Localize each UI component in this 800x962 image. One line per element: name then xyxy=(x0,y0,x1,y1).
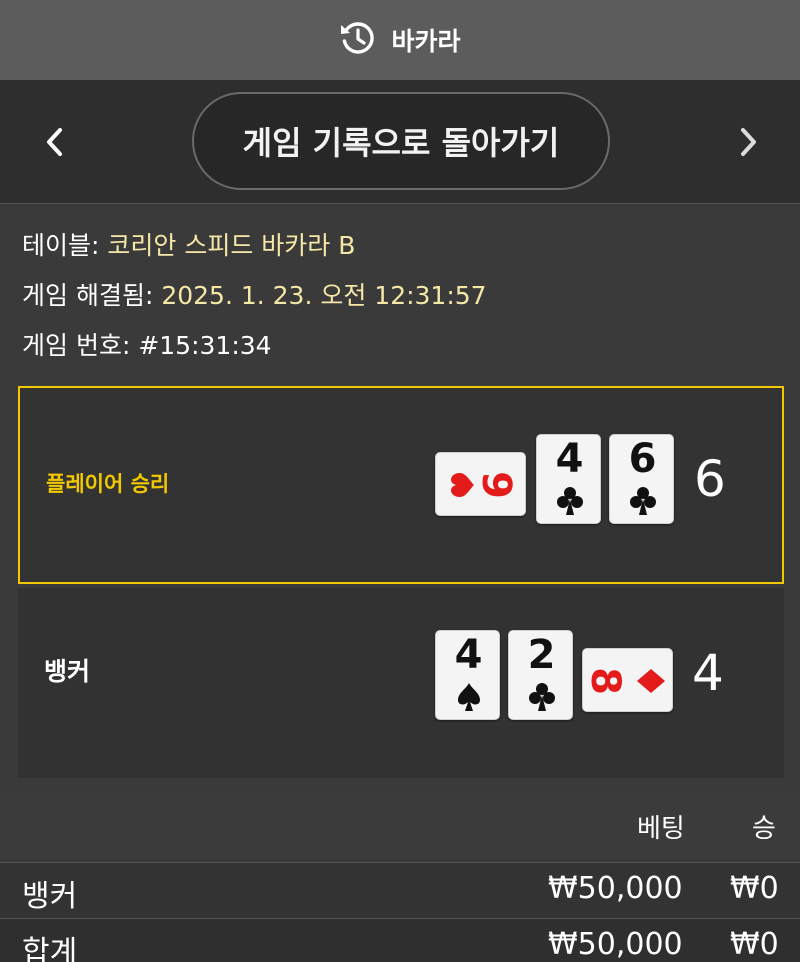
card-rank: 6 xyxy=(628,436,657,482)
previous-round-button[interactable] xyxy=(35,118,75,166)
bet-column-header: 베팅 xyxy=(637,814,685,844)
bet-total-row: 합계 ₩50,000 ₩0 xyxy=(0,918,800,962)
bet-amount: ₩50,000 xyxy=(548,871,683,906)
win-column-header: 승 xyxy=(752,814,776,844)
game-number-label: 게임 번호: xyxy=(22,331,131,360)
card-rank: 2 xyxy=(527,632,556,678)
total-name: 합계 xyxy=(22,935,78,962)
diamond-icon xyxy=(637,669,665,693)
total-win-amount: ₩0 xyxy=(730,927,779,962)
page-title: 바카라 xyxy=(391,27,461,56)
header-bar: 바카라 xyxy=(0,0,800,80)
card-rank: 4 xyxy=(454,632,483,678)
game-info: 테이블: 코리안 스피드 바카라 B 게임 해결됨: 2025. 1. 23. … xyxy=(22,226,782,376)
round-navigation: 게임 기록으로 돌아가기 xyxy=(0,80,800,204)
banker-score: 4 xyxy=(692,644,724,702)
banker-card-1: 4 xyxy=(435,630,500,720)
player-card-2: 4 xyxy=(536,434,601,524)
next-round-button[interactable] xyxy=(728,118,768,166)
chevron-left-icon xyxy=(47,128,62,156)
bet-name: 뱅커 xyxy=(22,879,78,914)
resolved-label: 게임 해결됨: xyxy=(22,281,154,310)
bet-summary-header: 베팅 승 xyxy=(0,790,800,858)
player-hand-panel: 플레이어 승리 9 4 6 6 xyxy=(18,386,784,584)
card-rank: 9 xyxy=(472,471,519,499)
banker-card-2: 2 xyxy=(508,630,573,720)
total-bet-amount: ₩50,000 xyxy=(548,927,683,962)
table-label: 테이블: xyxy=(22,231,100,260)
banker-result-label: 뱅커 xyxy=(44,657,91,686)
chevron-right-icon xyxy=(741,128,756,156)
heart-icon xyxy=(451,473,474,497)
history-icon[interactable] xyxy=(339,19,377,61)
table-value: 코리안 스피드 바카라 B xyxy=(107,231,356,260)
player-score: 6 xyxy=(694,450,726,508)
club-icon xyxy=(557,487,583,515)
player-result-label: 플레이어 승리 xyxy=(46,472,170,496)
card-rank: 4 xyxy=(555,436,584,482)
player-card-1: 9 xyxy=(435,452,526,516)
club-icon xyxy=(529,683,555,711)
table-info-row: 테이블: 코리안 스피드 바카라 B xyxy=(22,226,782,276)
game-number-row: 게임 번호: #15:31:34 xyxy=(22,326,782,376)
banker-hand-panel: 뱅커 4 2 8 4 xyxy=(18,588,784,778)
resolved-info-row: 게임 해결됨: 2025. 1. 23. 오전 12:31:57 xyxy=(22,276,782,326)
banker-card-3: 8 xyxy=(582,648,673,712)
bet-summary-row: 뱅커 ₩50,000 ₩0 xyxy=(0,862,800,918)
resolved-value: 2025. 1. 23. 오전 12:31:57 xyxy=(161,281,487,310)
card-rank: 8 xyxy=(581,667,628,695)
player-card-3: 6 xyxy=(609,434,674,524)
club-icon xyxy=(630,487,656,515)
spade-icon xyxy=(458,683,480,711)
back-to-history-button[interactable]: 게임 기록으로 돌아가기 xyxy=(192,92,610,190)
game-number-value: #15:31:34 xyxy=(138,331,272,360)
win-amount: ₩0 xyxy=(730,871,779,906)
header-title-group: 바카라 xyxy=(339,19,461,61)
